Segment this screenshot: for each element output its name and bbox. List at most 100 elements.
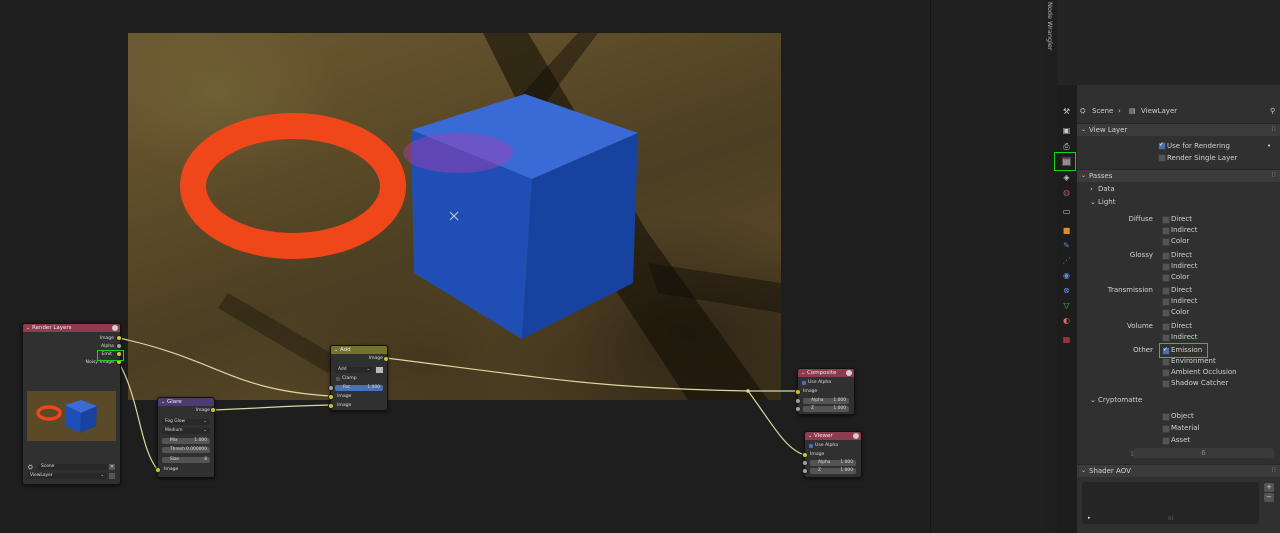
particles-tab-icon[interactable]: ⋰ — [1062, 256, 1071, 265]
drag-handle-icon[interactable]: ⁞⁞ — [1272, 171, 1276, 179]
light-subpanel-chevron-icon[interactable]: ⌄ — [1090, 198, 1096, 206]
add-mix-node[interactable]: ⌄ Add Image Add ⌄ Clamp Fac 1.000 Image Im… — [330, 345, 388, 411]
render-layers-alpha-socket[interactable] — [116, 343, 122, 349]
clamp-checkbox[interactable] — [336, 377, 340, 381]
composite-z-socket[interactable] — [795, 406, 801, 412]
passes-panel-header[interactable]: ⌄ Passes ⁞⁞ — [1077, 169, 1280, 182]
add-fac-socket[interactable] — [328, 385, 334, 391]
constraints-tab-icon[interactable]: ⊗ — [1062, 286, 1071, 295]
levels-field[interactable]: 6 — [1133, 448, 1274, 458]
collapse-chevron-icon[interactable]: ⌄ — [161, 398, 165, 406]
add-aov-button[interactable]: + — [1264, 483, 1274, 492]
view-layer-panel-header[interactable]: ⌄ View Layer ⁞⁞ — [1077, 123, 1280, 136]
glare-header[interactable]: ⌄ Glare — [158, 398, 214, 406]
cryptomatte-label[interactable]: Cryptomatte — [1098, 396, 1142, 404]
view-layer-icon[interactable] — [109, 473, 115, 479]
add-image2-socket[interactable] — [328, 403, 334, 409]
viewer-image-socket[interactable] — [802, 452, 808, 458]
add-output-socket[interactable] — [383, 356, 389, 362]
keyframe-dot-icon[interactable]: • — [1267, 142, 1271, 150]
cryptomatte-chevron-icon[interactable]: ⌄ — [1090, 396, 1096, 404]
light-subpanel-label[interactable]: Light — [1098, 198, 1115, 206]
transmission-direct-checkbox[interactable] — [1162, 287, 1170, 295]
add-image1-socket[interactable] — [328, 394, 334, 400]
blend-type-dropdown[interactable]: Add ⌄ — [335, 367, 373, 373]
render-layers-image-socket[interactable] — [116, 335, 122, 341]
viewer-z-socket[interactable] — [802, 468, 808, 474]
volume-direct-checkbox[interactable] — [1162, 323, 1170, 331]
properties-editor[interactable]: Node Wrangler ▣⌄ ⌕ ⌄ ⚒ ▣ ⎙ ▤ ◈ ◍ ▭ ■ ✎ ⋰… — [1045, 0, 1280, 533]
collapse-chevron-icon[interactable]: ⌄ — [808, 432, 812, 440]
transmission-indirect-checkbox[interactable] — [1162, 298, 1170, 306]
composite-header[interactable]: ⌄ Composite — [798, 369, 854, 377]
texture-tab-icon[interactable]: ▦ — [1062, 335, 1071, 344]
glare-output-socket[interactable] — [210, 407, 216, 413]
use-for-rendering-checkbox[interactable] — [1158, 141, 1166, 150]
fac-slider[interactable]: Fac 1.000 — [335, 385, 383, 391]
node-wrangler-tab[interactable]: Node Wrangler — [1046, 2, 1054, 51]
drag-handle-icon[interactable]: ⁞⁞ — [1272, 466, 1276, 474]
glare-input-socket[interactable] — [155, 467, 161, 473]
list-expand-icon[interactable]: ▸ — [1088, 515, 1091, 521]
shadow-catcher-checkbox[interactable] — [1162, 380, 1170, 388]
physics-tab-icon[interactable]: ◉ — [1062, 271, 1071, 280]
crypto-object-checkbox[interactable] — [1162, 413, 1170, 421]
scene-clear-icon[interactable]: ✕ — [109, 464, 115, 470]
data-subpanel-chevron-icon[interactable]: › — [1090, 185, 1093, 193]
preview-toggle-icon[interactable] — [112, 325, 118, 331]
world-tab-icon[interactable]: ◍ — [1062, 188, 1071, 197]
volume-indirect-checkbox[interactable] — [1162, 334, 1170, 342]
alpha-field[interactable]: Alpha 1.000 — [810, 460, 856, 466]
use-alpha-checkbox[interactable] — [802, 381, 806, 385]
output-tab-icon[interactable]: ⎙ — [1062, 142, 1071, 151]
preview-toggle-icon[interactable] — [846, 370, 852, 376]
collapse-chevron-icon[interactable]: ⌄ — [334, 346, 338, 354]
glare-size-field[interactable]: Size 8 — [162, 457, 210, 463]
aov-list[interactable]: ▸ ⁞⁞⁞ — [1082, 482, 1259, 524]
glossy-color-checkbox[interactable] — [1162, 274, 1170, 282]
transmission-color-checkbox[interactable] — [1162, 309, 1170, 317]
composite-node[interactable]: ⌄ Composite Use Alpha Image Alpha 1.000 Z… — [797, 368, 855, 415]
render-tab-icon[interactable]: ▣ — [1062, 126, 1071, 135]
data-subpanel-label[interactable]: Data — [1098, 185, 1115, 193]
collection-tab-icon[interactable]: ▭ — [1062, 207, 1071, 216]
diffuse-indirect-checkbox[interactable] — [1162, 227, 1170, 235]
tool-tab-icon[interactable]: ⚒ — [1062, 107, 1071, 116]
viewer-alpha-socket[interactable] — [802, 460, 808, 466]
diffuse-direct-checkbox[interactable] — [1162, 216, 1170, 224]
scene-selector[interactable]: Scene — [38, 464, 108, 470]
z-field[interactable]: Z 1.000 — [810, 468, 856, 474]
glare-node[interactable]: ⌄ Glare Image Fog Glow ⌄ Medium ⌄ Mix 1.000… — [157, 397, 215, 478]
composite-alpha-socket[interactable] — [795, 398, 801, 404]
pin-icon[interactable]: ⚲ — [1270, 107, 1275, 115]
add-header[interactable]: ⌄ Add — [331, 346, 387, 354]
z-field[interactable]: Z 1.000 — [803, 406, 849, 412]
render-layers-header[interactable]: ⌄ Render Layers — [23, 324, 120, 332]
use-alpha-checkbox[interactable] — [809, 444, 813, 448]
preview-toggle-icon[interactable] — [853, 433, 859, 439]
render-single-layer-checkbox[interactable] — [1158, 154, 1166, 162]
diffuse-color-checkbox[interactable] — [1162, 238, 1170, 246]
glare-type-dropdown[interactable]: Fog Glow ⌄ — [162, 419, 210, 425]
compositor-node-editor[interactable]: ⌄ Render Layers Image Alpha Emit Noisy I… — [0, 0, 1045, 533]
use-alpha-icon[interactable] — [376, 367, 383, 373]
collapse-chevron-icon[interactable]: ⌄ — [801, 369, 805, 377]
composite-image-socket[interactable] — [795, 389, 801, 395]
data-tab-icon[interactable]: ▽ — [1062, 301, 1071, 310]
list-resize-handle-icon[interactable]: ⁞⁞⁞ — [1168, 515, 1174, 522]
ambient-occlusion-checkbox[interactable] — [1162, 369, 1170, 377]
glare-mix-field[interactable]: Mix 1.000 — [162, 438, 210, 444]
glare-threshold-field[interactable]: Thresh 0.000000 — [162, 447, 210, 453]
scene-tab-icon[interactable]: ◈ — [1062, 173, 1071, 182]
remove-aov-button[interactable]: − — [1264, 493, 1274, 502]
view-layer-selector[interactable]: ViewLayer ⌄ — [27, 473, 107, 479]
crypto-asset-checkbox[interactable] — [1162, 437, 1170, 445]
material-tab-icon[interactable]: ◐ — [1062, 316, 1071, 325]
object-tab-icon[interactable]: ■ — [1062, 226, 1071, 235]
crypto-material-checkbox[interactable] — [1162, 425, 1170, 433]
glare-quality-dropdown[interactable]: Medium ⌄ — [162, 428, 210, 434]
render-layers-node[interactable]: ⌄ Render Layers Image Alpha Emit Noisy I… — [22, 323, 121, 485]
glossy-direct-checkbox[interactable] — [1162, 252, 1170, 260]
alpha-field[interactable]: Alpha 1.000 — [803, 398, 849, 404]
drag-handle-icon[interactable]: ⁞⁞ — [1272, 125, 1276, 133]
